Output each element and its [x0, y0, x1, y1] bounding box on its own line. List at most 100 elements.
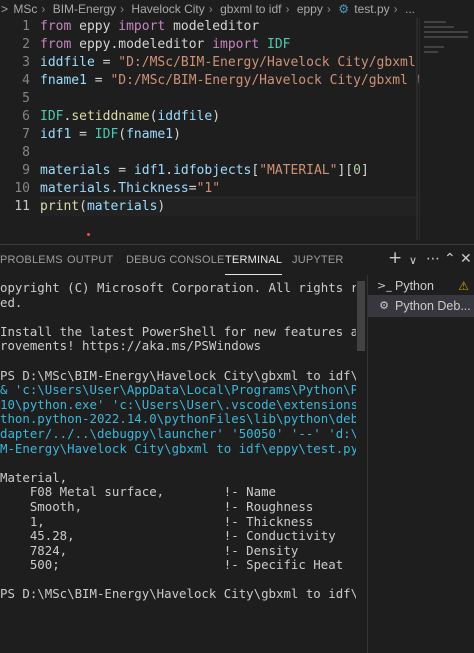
more-icon[interactable]: ⋯ — [426, 251, 440, 267]
terminal-line: M-Energy\Havelock City\gbxml to idf\eppy… — [0, 440, 356, 456]
code-line[interactable]: materials = idf1.idfobjects["MATERIAL"][… — [40, 162, 420, 180]
breadcrumb-item-eppy[interactable]: eppy — [296, 2, 324, 16]
code-token: ) — [157, 199, 166, 214]
code-token: import — [118, 19, 174, 34]
code-token: iddfile — [40, 55, 95, 70]
code-token: = — [110, 163, 134, 178]
breadcrumb-item-havelock-city[interactable]: Havelock City — [130, 2, 205, 16]
chevron-down-icon[interactable]: ∨ — [409, 254, 417, 267]
code-token: IDF — [40, 109, 64, 124]
close-icon[interactable]: ✕ — [460, 251, 472, 267]
code-token: idf1 — [133, 163, 166, 178]
code-token: eppy.modeleditor — [79, 37, 213, 52]
code-line[interactable]: IDF.setiddname(iddfile) — [40, 108, 420, 126]
code-token: materials — [86, 199, 158, 214]
tab-debug-console[interactable]: DEBUG CONSOLE — [126, 245, 225, 275]
debug-icon: ⚙ — [379, 299, 389, 312]
code-line[interactable] — [40, 144, 420, 162]
code-token: from — [40, 37, 80, 52]
editor-scrollbar[interactable] — [416, 18, 418, 240]
breadcrumb-item-test-py[interactable]: test.py — [353, 2, 390, 16]
line-number: 9 — [22, 163, 30, 178]
code-token: ) — [212, 109, 221, 124]
tab-problems[interactable]: PROBLEMS — [0, 245, 63, 275]
line-number: 7 — [22, 127, 30, 142]
code-token: [ — [251, 163, 260, 178]
line-number: 10 — [14, 181, 30, 196]
code-token: "MATERIAL" — [259, 163, 338, 178]
minimap[interactable] — [419, 18, 474, 240]
terminal-line: thon.python-2022.14.0\pythonFiles\lib\py… — [0, 411, 356, 427]
code-token: ][ — [337, 163, 354, 178]
code-token: . — [165, 163, 174, 178]
code-line[interactable]: materials.Thickness="1" — [40, 180, 420, 198]
plus-icon[interactable]: + — [388, 248, 402, 268]
code-token: 0 — [353, 163, 361, 178]
tab-terminal[interactable]: TERMINAL — [225, 245, 283, 275]
code-editor[interactable]: 1 2 3 4 5 6 7 8 9 10 11 from eppy import modeledit… — [0, 18, 474, 240]
code-token: iddfile — [157, 109, 213, 124]
code-token: "D:/MSc/BIM-Energy/Havelock City/gbxml t… — [118, 55, 416, 70]
warning-icon: ⚠ — [458, 279, 469, 293]
code-line[interactable]: idf1 = IDF(fname1) — [40, 126, 420, 144]
terminal-list-item-python[interactable]: >_ Python ⚠ — [368, 275, 474, 297]
code-token: "1" — [196, 181, 221, 196]
line-number: 11 — [14, 199, 30, 214]
terminal-line: 500; !- Specific Heat — [0, 557, 344, 573]
line-number: 8 — [22, 145, 30, 160]
tab-jupyter[interactable]: JUPYTER — [292, 245, 344, 275]
terminal-line: Install the latest PowerShell for new fe… — [0, 323, 356, 339]
code-token: IDF — [267, 37, 291, 52]
breadcrumb-item-msc[interactable]: MSc — [12, 2, 38, 16]
terminal-list-item-python-debug[interactable]: ⚙ Python Deb... — [368, 295, 474, 317]
terminal-output[interactable]: opyright (C) Microsoft Corporation. All … — [0, 281, 356, 653]
breadcrumb-chevron: > — [1, 2, 9, 16]
tab-output[interactable]: OUTPUT — [67, 245, 113, 275]
code-line[interactable]: fname1 = "D:/MSc/BIM-Energy/Havelock Cit… — [40, 72, 420, 90]
code-token: modeleditor — [173, 19, 260, 34]
code-line[interactable]: from eppy.modeleditor import IDF — [40, 36, 420, 54]
terminal-scrollbar[interactable] — [356, 275, 366, 653]
panel-actions: + ∨ ⋯ ⌃ ✕ — [384, 245, 474, 275]
code-token: fname1 — [40, 73, 87, 88]
breadcrumb-item-gbxml-to-idf[interactable]: gbxml to idf — [219, 2, 282, 16]
code-token: fname1 — [126, 127, 174, 142]
code-token: materials — [40, 163, 111, 178]
chevron-up-icon[interactable]: ⌃ — [444, 251, 456, 267]
code-token: Thickness — [118, 181, 189, 196]
breadcrumb-item-bim-energy[interactable]: BIM-Energy — [52, 2, 117, 16]
terminal-line: Material, — [0, 469, 68, 485]
bottom-panel: PROBLEMS OUTPUT DEBUG CONSOLE TERMINAL J… — [0, 244, 474, 653]
code-line[interactable] — [40, 90, 420, 108]
line-number: 3 — [22, 55, 30, 70]
code-token: "D:/MSc/BIM-Energy/Havelock City/gbxml t… — [110, 73, 420, 88]
panel-tabs: PROBLEMS OUTPUT DEBUG CONSOLE TERMINAL J… — [0, 245, 474, 275]
terminal-line: Smooth, !- Roughness — [0, 498, 314, 514]
terminal-line: 10\python.exe' 'c:\Users\User\.vscode\ex… — [0, 396, 356, 412]
code-token: ( — [118, 127, 127, 142]
breadcrumb: > MSc › BIM-Energy › Havelock City › gbxml … — [0, 0, 474, 18]
python-file-icon: ⚙ — [338, 2, 349, 16]
code-line[interactable]: from eppy import modeleditor — [40, 18, 420, 36]
code-lines[interactable]: from eppy import modeleditor from eppy.mo… — [40, 18, 420, 216]
terminal-line: ed. — [0, 294, 23, 310]
line-number-gutter: 1 2 3 4 5 6 7 8 9 10 11 — [0, 18, 30, 216]
breadcrumb-item-more[interactable]: ... — [404, 2, 416, 16]
code-token: ( — [79, 199, 87, 214]
terminal-line: PS D:\MSc\BIM-Energy\Havelock City\gbxml… — [0, 367, 356, 383]
terminal-line: 7824, !- Density — [0, 542, 299, 558]
line-number: 5 — [22, 91, 30, 106]
line-number: 4 — [22, 73, 30, 88]
terminal-line: PS D:\MSc\BIM-Energy\Havelock City\gbxml… — [0, 587, 356, 602]
terminal-line: F08 Metal surface, !- Name — [0, 484, 277, 500]
terminal-scroll-thumb[interactable] — [357, 281, 365, 351]
code-line[interactable]: print(materials) — [40, 197, 420, 216]
code-token: = — [94, 55, 119, 70]
code-token: import — [212, 37, 267, 52]
terminal-line: 1, !- Thickness — [0, 513, 314, 529]
code-token: print — [40, 199, 80, 214]
code-line[interactable]: iddfile = "D:/MSc/BIM-Energy/Havelock Ci… — [40, 54, 420, 72]
